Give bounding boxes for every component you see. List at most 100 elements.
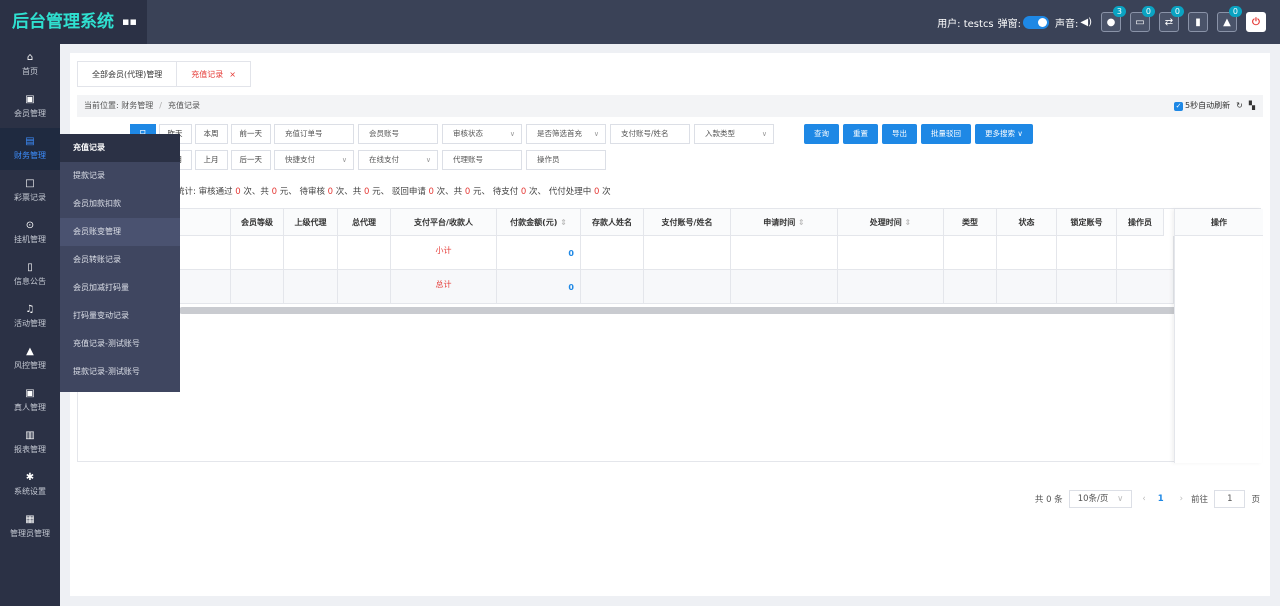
pager-total: 共 0 条	[1034, 495, 1063, 505]
admin-icon: ▦	[25, 514, 35, 525]
submenu-item-bet-adjust[interactable]: 会员加减打码量	[60, 274, 180, 302]
submenu-item-withdraw-test[interactable]: 提款记录-测试账号	[60, 358, 180, 386]
sidebar-label: 彩票记录	[14, 193, 46, 202]
hang-icon: ⊙	[25, 220, 35, 231]
goto-input[interactable]: 1	[1214, 490, 1246, 508]
more-search-button[interactable]: 更多搜索 ∨	[975, 124, 1033, 144]
horizontal-scrollbar[interactable]	[179, 307, 1255, 314]
sidebar-item-notice[interactable]: ▯ 信息公告	[0, 254, 60, 296]
sidebar-item-finance[interactable]: ▤ 财务管理	[0, 128, 60, 170]
warning-icon[interactable]: ▲ 0	[1217, 6, 1242, 32]
col-apply-time[interactable]: 申请时间 ⇕	[731, 209, 838, 236]
sidebar-item-report[interactable]: ▥ 报表管理	[0, 422, 60, 464]
search-button[interactable]: 查询	[804, 124, 839, 144]
order-no-input[interactable]: 充值订单号	[274, 124, 354, 144]
total-amount: 0	[497, 270, 581, 304]
page-suffix: 页	[1251, 495, 1260, 505]
date-btn-next[interactable]: 后一天	[230, 150, 271, 170]
col-platform: 支付平台/收款人	[391, 209, 497, 236]
submenu-item-withdraw[interactable]: 提款记录	[60, 162, 180, 190]
deposit-type-select[interactable]: 入款类型	[694, 124, 774, 144]
power-icon[interactable]: ⏻	[1246, 12, 1266, 32]
submenu-item-recharge-test[interactable]: 充值记录-测试账号	[60, 330, 180, 358]
refresh-icon[interactable]: ↻	[1236, 95, 1243, 117]
col-top: 总代理	[338, 209, 391, 236]
submenu-item-balance-change[interactable]: 会员账变管理	[60, 218, 180, 246]
submenu-item-adjust[interactable]: 会员加款扣款	[60, 190, 180, 218]
lottery-icon: □	[25, 178, 35, 189]
submenu-item-bet-change[interactable]: 打码量变动记录	[60, 302, 180, 330]
next-page-icon[interactable]: ›	[1180, 494, 1183, 504]
sidebar: ⌂ 首页 ▣ 会员管理 ▤ 财务管理 □ 彩票记录 ⊙ 挂机管理 ▯ 信息公告 ♫ 活动管理 …	[0, 44, 60, 606]
gear-icon: ✱	[25, 472, 35, 483]
sidebar-label: 活动管理	[14, 319, 46, 328]
reset-button[interactable]: 重置	[843, 124, 878, 144]
user-label: 用户: testcs	[937, 18, 994, 30]
prev-page-icon[interactable]: ‹	[1142, 494, 1145, 504]
user-icon[interactable]: ● 3	[1101, 6, 1126, 32]
grid-icon[interactable]: ▪▪	[122, 0, 137, 44]
transfer-icon[interactable]: ⇄ 0	[1159, 6, 1184, 32]
sidebar-item-home[interactable]: ⌂ 首页	[0, 44, 60, 86]
breadcrumb-level1[interactable]: 财务管理	[121, 101, 153, 110]
finance-icon: ▤	[25, 136, 35, 147]
date-btn-last-month[interactable]: 上月	[194, 150, 228, 170]
speaker-icon[interactable]: ◀)	[1080, 17, 1092, 28]
sidebar-item-lottery[interactable]: □ 彩票记录	[0, 170, 60, 212]
sidebar-item-admin[interactable]: ▦ 管理员管理	[0, 506, 60, 548]
submenu-item-recharge[interactable]: 充值记录	[60, 134, 180, 162]
batch-reject-button[interactable]: 批量驳回	[921, 124, 971, 144]
sidebar-item-settings[interactable]: ✱ 系统设置	[0, 464, 60, 506]
online-pay-select[interactable]: 在线支付	[358, 150, 438, 170]
breadcrumb: 当前位置: 财务管理 / 充值记录 ✓ 5秒自动刷新 ↻ ▚	[77, 95, 1263, 117]
col-amount[interactable]: 付款金额(元) ⇕	[497, 209, 581, 236]
breadcrumb-level2: 充值记录	[167, 101, 200, 110]
subtotal-label: 小计	[391, 236, 497, 270]
col-process-time[interactable]: 处理时间 ⇕	[838, 209, 944, 236]
member-icon: ▣	[25, 94, 35, 105]
top-right: 用户: testcs 弹窗: 声音: ◀) ● 3 ▭ 0 ⇄ 0 ▮ ▲ 0 ⏻	[937, 6, 1266, 33]
top-bar: 后台管理系统 ▪▪ 用户: testcs 弹窗: 声音: ◀) ● 3 ▭ 0 ⇄ 0 …	[0, 0, 1280, 44]
sidebar-item-hang[interactable]: ⊙ 挂机管理	[0, 212, 60, 254]
sidebar-item-member[interactable]: ▣ 会员管理	[0, 86, 60, 128]
close-icon[interactable]: ×	[229, 70, 236, 79]
popup-toggle[interactable]	[1023, 15, 1050, 29]
quick-pay-select[interactable]: 快捷支付	[274, 150, 354, 170]
notice-icon: ▯	[27, 262, 33, 273]
sidebar-item-risk[interactable]: ▲ 风控管理	[0, 338, 60, 380]
col-pay-account: 支付账号/姓名	[644, 209, 731, 236]
trash-icon[interactable]: ▮	[1188, 12, 1208, 32]
sidebar-label: 系统设置	[14, 487, 46, 496]
agent-account-input[interactable]: 代理账号	[442, 150, 522, 170]
review-status-select[interactable]: 审核状态	[442, 124, 522, 144]
sidebar-item-live[interactable]: ▣ 真人管理	[0, 380, 60, 422]
tab-recharge[interactable]: 充值记录 ×	[176, 62, 250, 86]
filter-row-1: 今日 日 昨天 本周 前一天 充值订单号 会员账号 审核状态 是否筛选首充 支付…	[92, 123, 1037, 145]
date-btn-prev[interactable]: 前一天	[230, 124, 271, 144]
card-icon[interactable]: ▭ 0	[1130, 6, 1155, 32]
date-btn-week[interactable]: 本周	[194, 124, 228, 144]
sound-label: 声音:	[1055, 18, 1079, 30]
sidebar-label: 首页	[22, 67, 38, 76]
breadcrumb-prefix: 当前位置:	[84, 101, 119, 110]
operator-input[interactable]: 操作员	[526, 150, 606, 170]
total-label: 总计	[391, 270, 497, 304]
card-badge: 0	[1141, 6, 1155, 17]
subtotal-amount: 0	[497, 236, 581, 270]
transfer-badge: 0	[1170, 6, 1184, 17]
submenu-item-transfer[interactable]: 会员转账记录	[60, 246, 180, 274]
auto-refresh-checkbox[interactable]: ✓	[1174, 101, 1184, 111]
sidebar-item-activity[interactable]: ♫ 活动管理	[0, 296, 60, 338]
layout-icon[interactable]: ▚	[1249, 95, 1255, 117]
sidebar-label: 挂机管理	[14, 235, 46, 244]
pay-account-input[interactable]: 支付账号/姓名	[610, 124, 690, 144]
export-button[interactable]: 导出	[882, 124, 917, 144]
sidebar-label: 会员管理	[14, 109, 46, 118]
member-account-input[interactable]: 会员账号	[358, 124, 438, 144]
page-size-select[interactable]: 10条/页 ∨	[1068, 490, 1133, 508]
first-recharge-select[interactable]: 是否筛选首充	[526, 124, 606, 144]
tab-members[interactable]: 全部会员(代理)管理	[78, 62, 176, 86]
col-level: 会员等级	[231, 209, 284, 236]
page-number[interactable]: 1	[1158, 494, 1164, 504]
col-depositor: 存款人姓名	[581, 209, 644, 236]
